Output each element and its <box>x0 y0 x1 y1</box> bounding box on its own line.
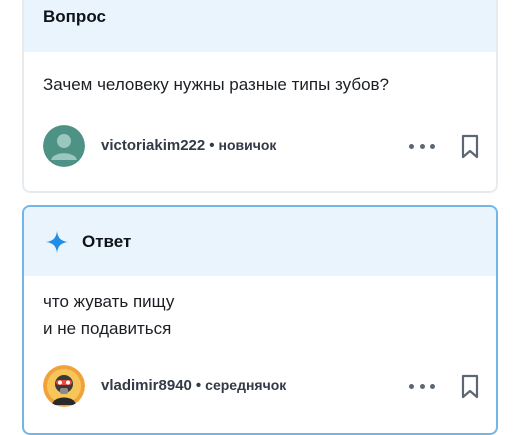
answer-header: Ответ <box>24 207 496 276</box>
question-text: Зачем человеку нужны разные типы зубов? <box>43 75 390 94</box>
bookmark-icon <box>461 134 479 159</box>
more-dots-icon <box>409 143 414 149</box>
answer-text-line-1: что жувать пищу <box>43 292 175 311</box>
question-header: Вопрос <box>24 0 496 52</box>
more-dots-icon <box>409 383 414 389</box>
question-author-rank: новичок <box>218 137 277 153</box>
answer-text-line-2: и не подавиться <box>43 319 172 338</box>
masked-character-avatar-icon <box>43 365 85 407</box>
question-author-avatar[interactable] <box>43 125 85 167</box>
question-card: Вопрос Зачем человеку нужны разные типы … <box>22 0 498 193</box>
answer-text: что жувать пищу и не подавиться <box>43 288 174 342</box>
answer-author-info[interactable]: vladimir8940 • середнячок <box>101 377 286 394</box>
question-author-row: victoriakim222 • новичок <box>43 125 496 169</box>
question-author-info[interactable]: victoriakim222 • новичок <box>101 137 276 154</box>
answer-author-username[interactable]: vladimir8940 <box>101 377 192 394</box>
answer-header-title: Ответ <box>82 232 132 251</box>
answer-author-row: vladimir8940 • середнячок <box>43 365 496 409</box>
answer-more-button[interactable] <box>409 375 435 397</box>
question-author-username[interactable]: victoriakim222 <box>101 137 205 154</box>
question-header-title: Вопрос <box>43 7 106 26</box>
question-more-button[interactable] <box>409 135 435 157</box>
question-bookmark-button[interactable] <box>459 134 481 160</box>
author-separator: • <box>195 377 202 394</box>
sparkle-icon <box>46 231 68 253</box>
answer-author-avatar[interactable] <box>43 365 85 407</box>
default-user-avatar-icon <box>43 125 85 167</box>
author-separator: • <box>209 137 215 154</box>
answer-author-rank: середнячок <box>205 377 287 393</box>
bookmark-icon <box>461 374 479 399</box>
answer-bookmark-button[interactable] <box>459 374 481 400</box>
answer-card: Ответ что жувать пищу и не подавиться vl… <box>22 205 498 435</box>
